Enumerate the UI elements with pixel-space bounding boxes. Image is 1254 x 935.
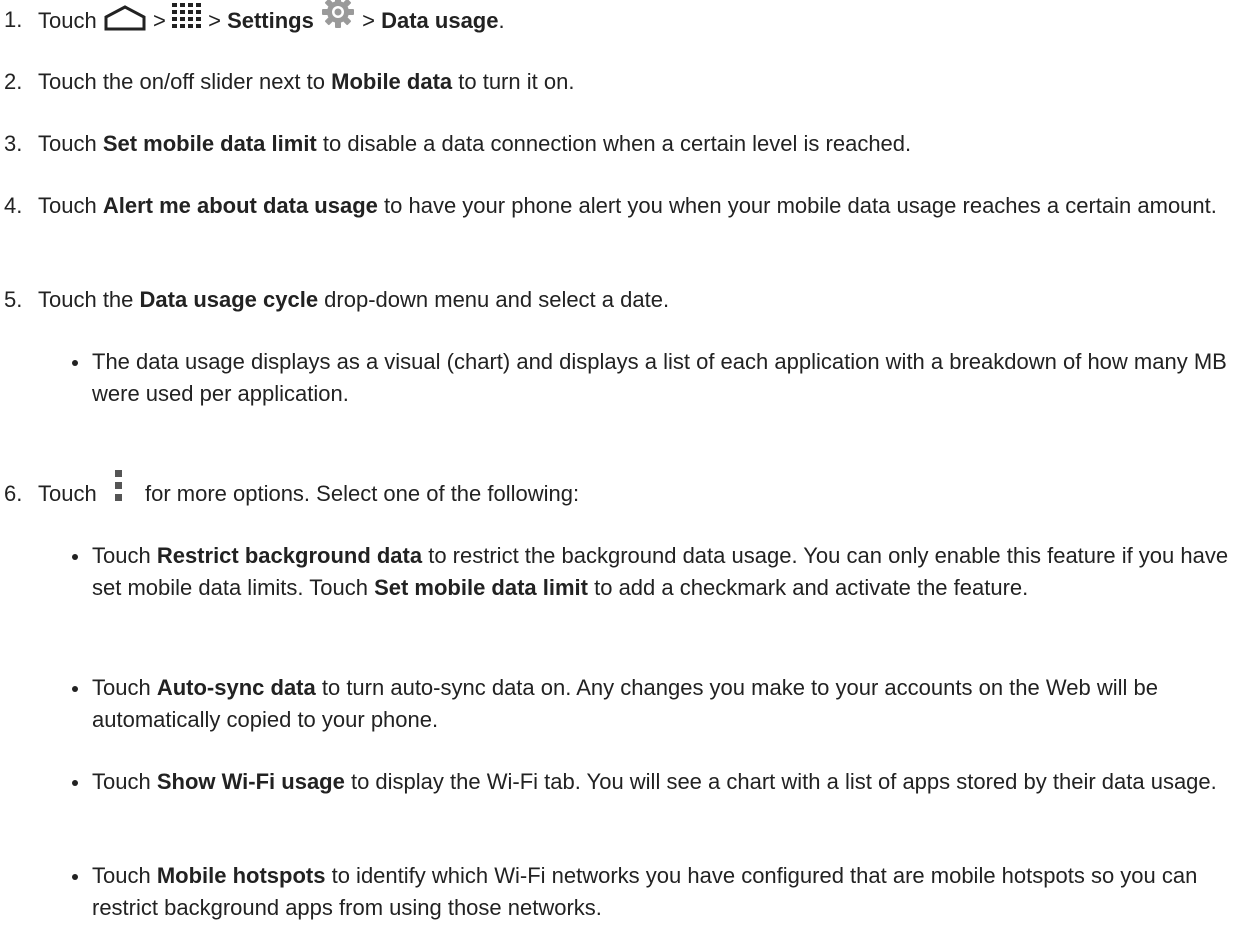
text-run: for more options. Select one of the foll… [144,481,580,506]
step-text: Touch > > Settings > Data usage. [38,0,1238,40]
bullet-text: Touch Mobile hotspots to identify which … [92,860,1242,924]
more-options-icon [113,470,125,504]
instruction-page: 1. Touch > > Settings > Data usage. 2. T… [0,0,1254,935]
bold-term: Mobile hotspots [156,863,326,888]
separator: > [362,7,375,33]
apps-grid-icon [171,3,202,29]
text-run: to turn it on. [452,69,575,94]
bold-term: Settings [227,7,314,33]
text-run: Touch [92,543,157,568]
bullet-dot [72,360,78,366]
bold-term: Alert me about data usage [102,193,378,218]
bold-term: Mobile data [331,69,453,94]
separator: > [152,7,166,33]
step-number: 3. [4,131,23,156]
bold-term: Restrict background data [156,543,423,568]
bullet-dot [72,874,78,880]
bold-term: Set mobile data limit [374,575,588,600]
step-text: Touch the Data usage cycle drop-down men… [38,284,1238,316]
bullet-text: The data usage displays as a visual (cha… [92,349,1227,406]
step-number: 6. [4,481,23,506]
text-run: Touch the [38,287,140,312]
text-run: to have your phone alert you when your m… [377,193,1217,218]
text-run: Touch [92,675,157,700]
period: . [498,7,505,33]
text-run: to disable a data connection when a cert… [316,131,912,156]
step-text: Touch Set mobile data limit to disable a… [38,128,1238,160]
bold-term: Set mobile data limit [102,131,317,156]
step-number: 2. [4,69,23,94]
bold-term: Data usage [381,7,499,33]
bullet-dot [72,554,78,560]
text-run: Touch [92,863,157,888]
step-number: 1. [4,7,23,32]
bullet-text: Touch Auto-sync data to turn auto-sync d… [92,672,1242,736]
step-text: Touch for more options. Select one of th… [38,470,1238,512]
step-number: 5. [4,287,23,312]
step-word-touch: Touch [38,481,97,506]
bullet-dot [72,686,78,692]
text-run: Touch [92,769,157,794]
text-run: Touch [38,131,103,156]
step-number: 4. [4,193,23,218]
step-word-touch: Touch [38,7,97,33]
bullet-text: Touch Show Wi-Fi usage to display the Wi… [92,766,1242,798]
text-run: Touch [38,193,103,218]
bold-term: Show Wi-Fi usage [156,769,345,794]
bold-term: Auto-sync data [156,675,316,700]
step-text: Touch Alert me about data usage to have … [38,190,1238,222]
settings-gear-icon [320,0,356,30]
text-run: to display the Wi-Fi tab. You will see a… [344,769,1217,794]
text-run: drop-down menu and select a date. [318,287,670,312]
separator: > [208,7,221,33]
bold-term: Data usage cycle [139,287,319,312]
bullet-dot [72,780,78,786]
home-icon [103,5,147,31]
text-run: Touch the on/off slider next to [38,69,332,94]
bullet-text: Touch Restrict background data to restri… [92,540,1242,604]
step-text: Touch the on/off slider next to Mobile d… [38,66,1238,98]
text-run: to add a checkmark and activate the feat… [588,575,1029,600]
